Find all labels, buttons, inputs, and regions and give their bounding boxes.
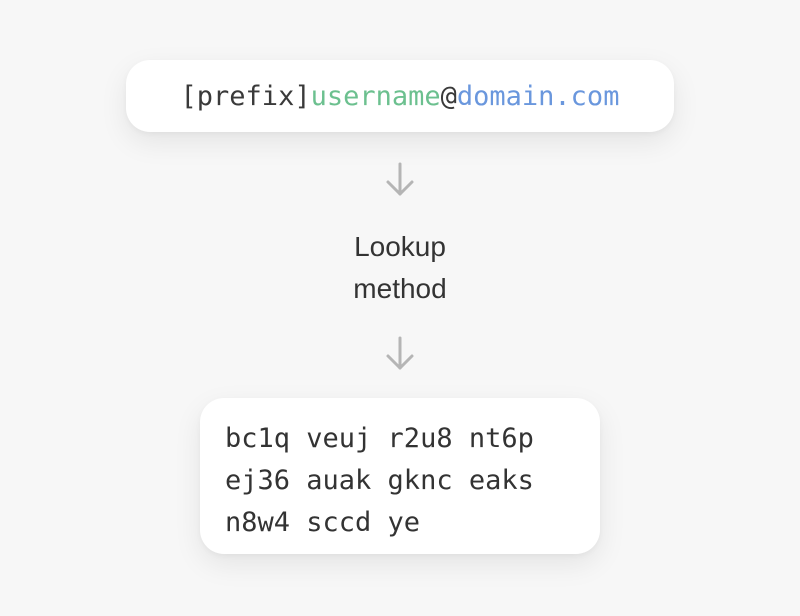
address-domain: domain.com [456, 80, 620, 112]
result-line: bc1q veuj r2u8 nt6p [225, 423, 534, 454]
address-card: [prefix] username @ domain.com [126, 60, 674, 132]
result-address-card: bc1q veuj r2u8 nt6p ej36 auak gknc eaks … [200, 398, 600, 554]
arrow-down-icon [386, 162, 414, 196]
address-at-sign: @ [440, 80, 457, 112]
arrow-down-icon [386, 336, 414, 370]
method-label-line-2: method [353, 273, 447, 304]
result-line: ej36 auak gknc eaks [225, 465, 534, 496]
lookup-method-label: Lookup method [250, 226, 550, 310]
method-label-line-1: Lookup [354, 231, 446, 262]
result-line: n8w4 sccd ye [225, 507, 421, 538]
address-prefix: [prefix] [180, 80, 311, 112]
address-username: username [310, 80, 441, 112]
